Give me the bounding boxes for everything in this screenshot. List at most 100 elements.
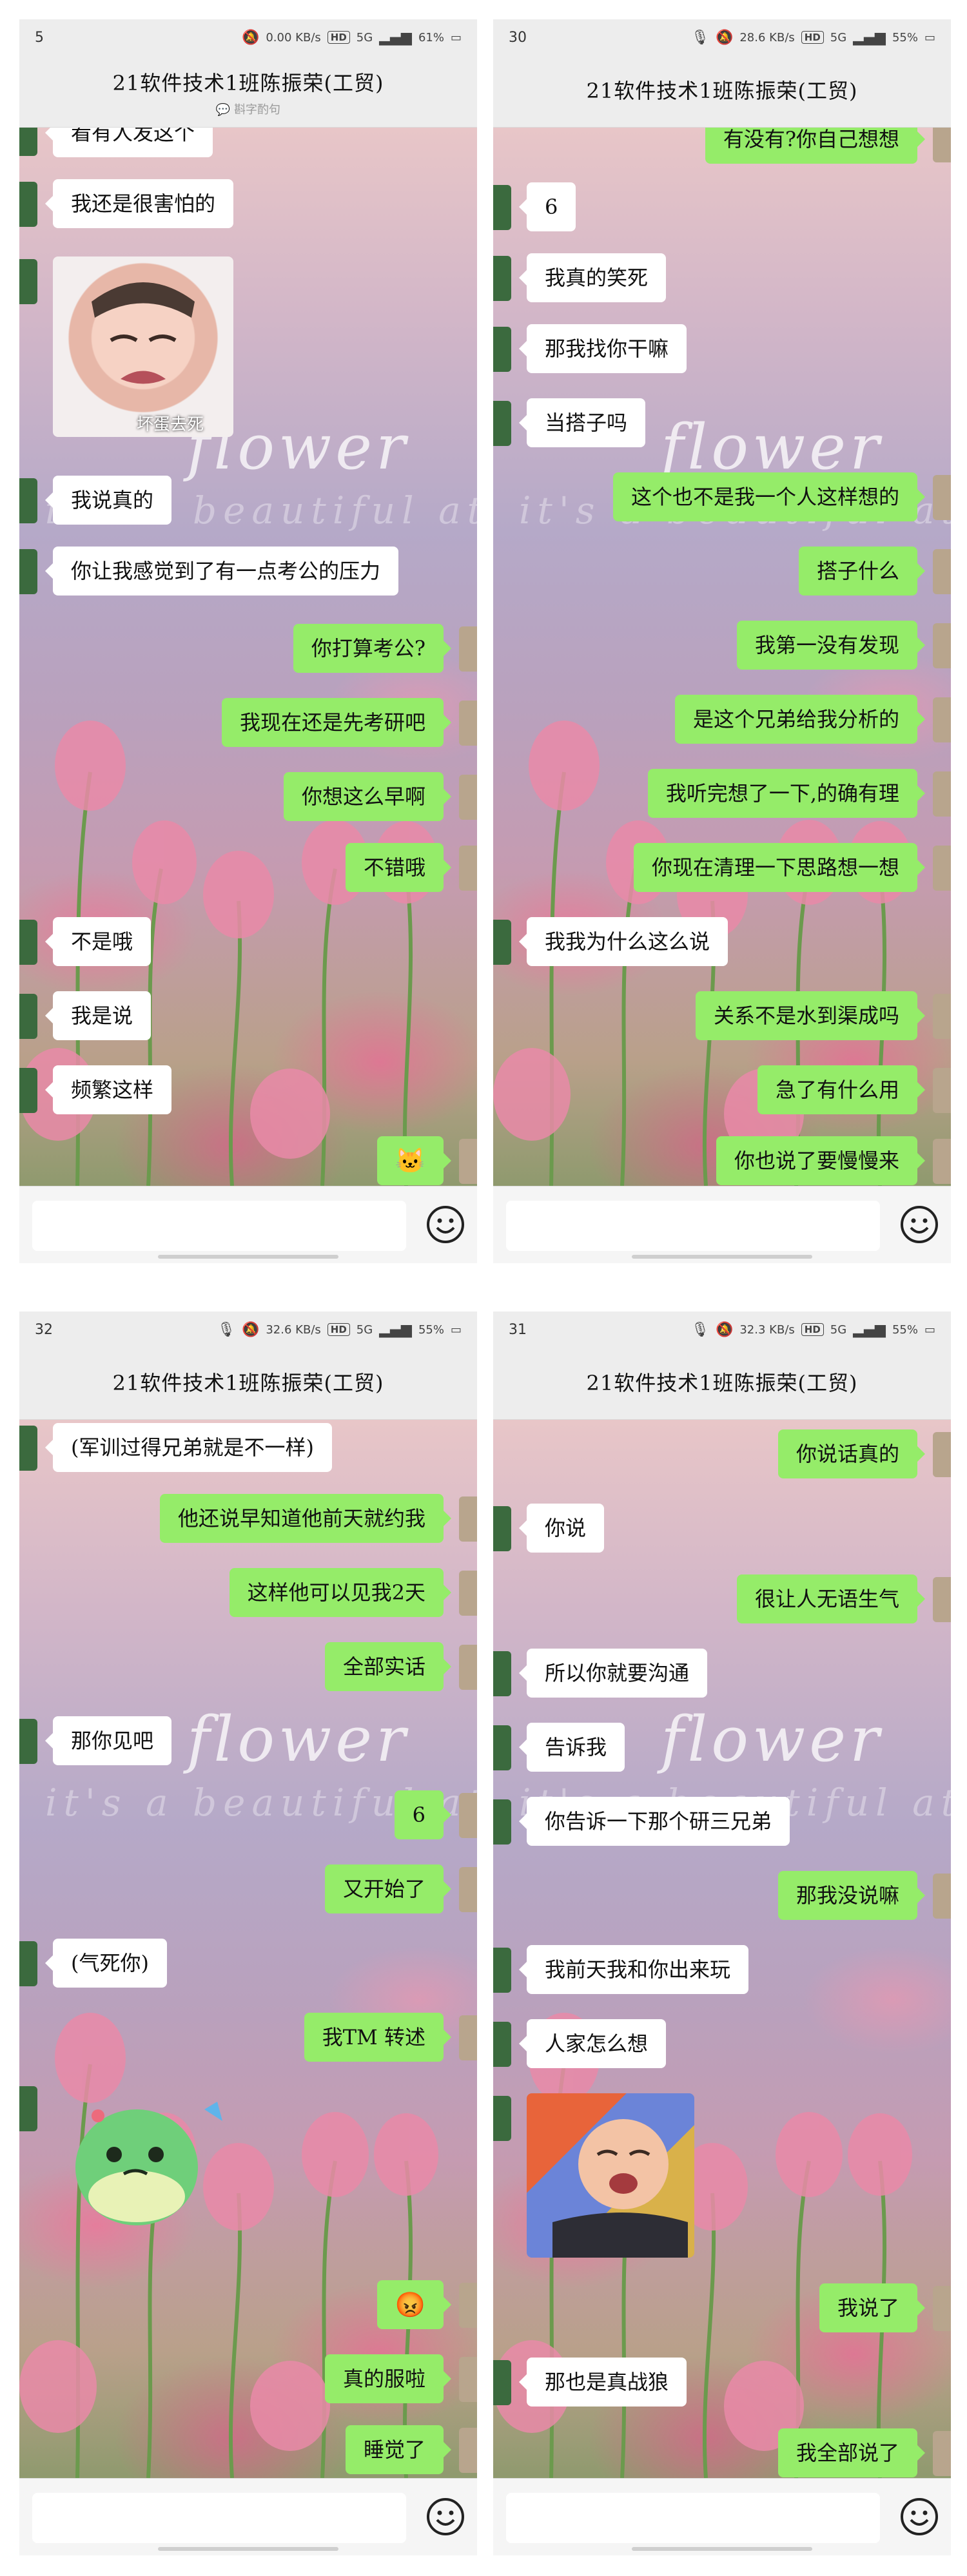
message-bubble[interactable]: 有没有?你自己想想: [705, 128, 926, 164]
chat-area[interactable]: flower it's a beautiful at 有没有?你自己想想 6 我…: [493, 128, 951, 1186]
crying-baby-photo[interactable]: [527, 2093, 694, 2258]
avatar[interactable]: [933, 1432, 951, 1477]
avatar[interactable]: [493, 1799, 511, 1845]
message-bubble[interactable]: 当搭子吗: [518, 398, 646, 447]
message-bubble[interactable]: 看有人发这个: [44, 128, 213, 157]
avatar[interactable]: [19, 2086, 37, 2131]
smiley-icon[interactable]: [899, 1205, 939, 1244]
message-bubble[interactable]: 很让人无语生气: [736, 1574, 926, 1623]
message-bubble[interactable]: 这样他可以见我2天: [229, 1568, 452, 1617]
avatar[interactable]: [493, 185, 511, 230]
avatar[interactable]: [459, 1645, 477, 1690]
avatar[interactable]: [19, 920, 37, 965]
message-bubble[interactable]: 那我找你干嘛: [518, 324, 687, 373]
avatar[interactable]: [933, 846, 951, 891]
message-bubble[interactable]: 你说话真的: [777, 1429, 926, 1478]
message-bubble[interactable]: (气死你): [45, 1939, 167, 1988]
avatar[interactable]: [493, 2360, 511, 2405]
avatar[interactable]: [933, 475, 951, 520]
avatar[interactable]: [493, 1651, 511, 1696]
avatar[interactable]: [933, 1068, 951, 1113]
message-bubble[interactable]: 我真的笑死: [518, 253, 667, 302]
avatar[interactable]: [459, 626, 477, 672]
message-bubble[interactable]: 全部实话: [324, 1642, 452, 1691]
chat-area[interactable]: flower it's a beautiful at 你说话真的 你说 很让人无…: [493, 1420, 951, 2478]
avatar[interactable]: [459, 846, 477, 891]
avatar[interactable]: [19, 1941, 37, 1986]
avatar[interactable]: [933, 1577, 951, 1622]
message-bubble[interactable]: 我我为什么这么说: [518, 917, 728, 966]
avatar[interactable]: [933, 623, 951, 668]
avatar[interactable]: [933, 1139, 951, 1184]
avatar[interactable]: [933, 2286, 951, 2331]
avatar[interactable]: [19, 1068, 37, 1113]
message-bubble[interactable]: 你说: [518, 1504, 605, 1553]
avatar[interactable]: [933, 2431, 951, 2476]
avatar[interactable]: [493, 327, 511, 372]
avatar[interactable]: [459, 1496, 477, 1542]
message-bubble[interactable]: 他还说早知道他前天就约我: [159, 1494, 452, 1543]
avatar[interactable]: [459, 1793, 477, 1838]
message-bubble[interactable]: 我现在还是先考研吧: [221, 698, 452, 747]
avatar[interactable]: [933, 1874, 951, 1919]
message-bubble[interactable]: 我还是很害怕的: [44, 179, 234, 228]
message-bubble[interactable]: 那也是真战狼: [518, 2358, 687, 2407]
message-bubble[interactable]: 你让我感觉到了有一点考公的压力: [44, 547, 399, 596]
chat-title[interactable]: 21软件技术1班陈振荣(工贸): [19, 67, 477, 97]
avatar[interactable]: [459, 2283, 477, 2328]
avatar[interactable]: [19, 182, 37, 227]
message-bubble[interactable]: 你想这么早啊: [283, 772, 452, 821]
avatar[interactable]: [459, 1571, 477, 1616]
message-bubble[interactable]: 我说真的: [44, 476, 172, 525]
avatar[interactable]: [933, 128, 951, 162]
smiley-icon[interactable]: [425, 1205, 465, 1244]
message-bubble[interactable]: 我全部说了: [777, 2428, 926, 2477]
message-bubble[interactable]: 我说了: [819, 2283, 926, 2332]
message-bubble[interactable]: 人家怎么想: [518, 2019, 667, 2068]
avatar[interactable]: [933, 549, 951, 594]
message-bubble[interactable]: 关系不是水到渠成吗: [695, 991, 926, 1040]
message-bubble[interactable]: 真的服啦: [324, 2354, 452, 2403]
avatar[interactable]: [493, 1506, 511, 1551]
avatar[interactable]: [493, 256, 511, 301]
message-bubble[interactable]: 我听完想了一下,的确有理: [647, 769, 926, 818]
avatar[interactable]: [459, 2357, 477, 2402]
message-bubble[interactable]: 我TM 转述: [304, 2013, 452, 2062]
chat-title[interactable]: 21软件技术1班陈振荣(工贸): [19, 1367, 477, 1397]
message-bubble[interactable]: 是这个兄弟给我分析的: [674, 695, 926, 744]
message-bubble[interactable]: 我第一没有发现: [736, 621, 926, 670]
avatar[interactable]: [459, 2428, 477, 2473]
message-bubble[interactable]: 你现在清理一下思路想一想: [633, 843, 926, 892]
smiley-icon[interactable]: [899, 2497, 939, 2537]
chat-area[interactable]: flower it's a beautiful at (军训过得兄弟就是不一样)…: [19, 1420, 477, 2478]
message-bubble[interactable]: 我是说: [44, 991, 151, 1040]
avatar[interactable]: [493, 920, 511, 965]
avatar[interactable]: [459, 2015, 477, 2060]
message-bubble[interactable]: 不错哦: [345, 843, 452, 892]
green-dinosaur-sticker[interactable]: [53, 2084, 240, 2232]
home-indicator[interactable]: [158, 1255, 338, 1259]
message-bubble[interactable]: 我前天我和你出来玩: [518, 1945, 749, 1994]
message-input[interactable]: [506, 2493, 880, 2543]
message-bubble[interactable]: 6: [518, 182, 576, 231]
avatar[interactable]: [19, 994, 37, 1039]
avatar[interactable]: [19, 1426, 37, 1471]
message-bubble[interactable]: 那我没说嘛: [777, 1871, 926, 1920]
avatar[interactable]: [933, 771, 951, 817]
chat-title[interactable]: 21软件技术1班陈振荣(工贸): [493, 1367, 951, 1397]
avatar[interactable]: [459, 701, 477, 746]
avatar[interactable]: [933, 697, 951, 742]
message-input[interactable]: [506, 1201, 880, 1251]
chat-area[interactable]: flower it's a beautiful at 看有人发这个 我还是很害怕…: [19, 128, 477, 1186]
message-bubble[interactable]: 你也说了要慢慢来: [716, 1136, 926, 1185]
message-bubble[interactable]: 急了有什么用: [757, 1065, 926, 1114]
message-bubble[interactable]: 6: [394, 1790, 452, 1839]
message-bubble[interactable]: 这个也不是我一个人这样想的: [612, 472, 926, 521]
message-input[interactable]: [32, 2493, 406, 2543]
smiley-icon[interactable]: [425, 2497, 465, 2537]
chat-title[interactable]: 21软件技术1班陈振荣(工贸): [493, 75, 951, 104]
home-indicator[interactable]: [632, 2547, 812, 2551]
message-bubble[interactable]: 所以你就要沟通: [518, 1649, 708, 1698]
message-bubble[interactable]: 睡觉了: [345, 2425, 452, 2474]
avatar[interactable]: [493, 1725, 511, 1770]
